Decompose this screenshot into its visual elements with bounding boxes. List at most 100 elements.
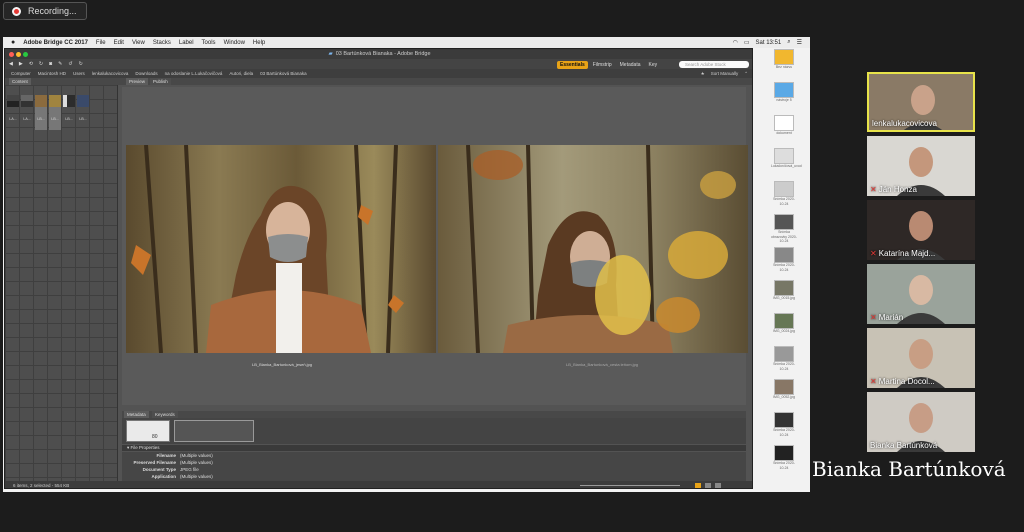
participant-name: Ján Honza [878, 185, 917, 194]
path-user-home[interactable]: lenkalukacovicova [92, 71, 129, 76]
participant-tile[interactable]: Bianka Bartúnková [867, 392, 975, 452]
thumbnail-label: LB... [65, 117, 73, 121]
rotate-right-icon[interactable]: ↻ [79, 61, 83, 67]
menu-edit[interactable]: Edit [114, 40, 124, 46]
rotate-left-icon[interactable]: ↺ [68, 61, 72, 67]
workspace-key[interactable]: Key [646, 61, 661, 69]
preview-image-2[interactable] [438, 145, 748, 353]
file-icon [774, 148, 794, 164]
participant-name-tag: lenkalukacovicova [872, 119, 937, 128]
tab-publish[interactable]: Publish [150, 78, 171, 85]
file-icon [774, 115, 794, 131]
menu-help[interactable]: Help [253, 40, 265, 46]
workspace-filmstrip[interactable]: Filmstrip [590, 61, 615, 69]
participant-tile[interactable]: lenkalukacovicova [867, 72, 975, 132]
folder-icon: ▰ [328, 51, 333, 57]
file-icon [774, 49, 794, 65]
menu-label[interactable]: Label [179, 40, 194, 46]
desktop-file-label: Snímka 2020-10-24 [773, 428, 795, 437]
desktop-file[interactable]: Snímka 2020-10-24 [771, 247, 797, 272]
battery-icon[interactable]: ▭ [744, 39, 750, 46]
tab-content[interactable]: Content [9, 78, 31, 85]
file-properties-header[interactable]: ▾ File Properties [122, 445, 746, 451]
workspace-metadata[interactable]: Metadata [617, 61, 644, 69]
menubar-clock[interactable]: Sat 13:51 [756, 40, 782, 46]
property-value: (Multiple values) [180, 474, 213, 479]
desktop-file[interactable]: IMG_0024.jpg [771, 313, 797, 334]
path-downloads[interactable]: Downloads [135, 71, 157, 76]
rotate-icon[interactable]: ↻ [39, 61, 43, 67]
refine-icon[interactable]: ✎ [58, 61, 62, 67]
view-grid-icon[interactable] [695, 483, 701, 488]
menu-view[interactable]: View [132, 40, 145, 46]
menu-window[interactable]: Window [224, 40, 245, 46]
sort-order-icon[interactable]: ⌃ [744, 71, 748, 77]
thumbnail-image [7, 95, 19, 107]
thumbnail-selected[interactable]: LB... [49, 95, 61, 130]
preview-image-1[interactable] [126, 145, 436, 353]
file-icon [774, 181, 794, 197]
desktop-file[interactable]: nástroje 5 [771, 82, 797, 103]
desktop-file[interactable]: Bez názvu [771, 49, 797, 70]
desktop-file[interactable]: Snímka obrazovky 2020-10-24 [771, 214, 797, 244]
participant-name: Marián [878, 313, 904, 322]
path-computer[interactable]: Computer [11, 71, 31, 76]
workspace-essentials[interactable]: Essentials [557, 60, 588, 69]
view-details-icon[interactable] [715, 483, 721, 488]
recording-indicator[interactable]: Recording... [3, 2, 87, 20]
search-icon[interactable]: ⌕ [787, 39, 790, 46]
close-icon[interactable] [9, 52, 14, 57]
menu-file[interactable]: File [96, 40, 106, 46]
path-current-folder[interactable]: 03 Bartúnková Bianaka [260, 71, 307, 76]
minimize-icon[interactable] [16, 52, 21, 57]
recent-icon[interactable]: ⟲ [29, 61, 33, 67]
menu-tools[interactable]: Tools [202, 40, 216, 46]
path-users[interactable]: Users [73, 71, 85, 76]
thumbnail[interactable]: LA... [21, 95, 33, 130]
apple-icon[interactable]: ● [11, 39, 15, 46]
participant-tile[interactable]: ✕ Marián [867, 264, 975, 324]
preview-caption-2: LB_Bianka_Bartunková_cesta leňom.jpg [565, 362, 639, 367]
desktop-file[interactable]: Snímka 2020-10-24 [771, 445, 797, 470]
participant-tile[interactable]: ✕ Ján Honza [867, 136, 975, 196]
sort-dropdown[interactable]: Sort Manually [711, 71, 739, 76]
desktop-file[interactable]: Snímka 2020-10-24 [771, 181, 797, 206]
menu-app-name[interactable]: Adobe Bridge CC 2017 [23, 40, 88, 46]
thumbnail-size-slider[interactable] [580, 485, 680, 486]
path-macintosh-hd[interactable]: Macintosh HD [38, 71, 66, 76]
camera-icon[interactable]: ◙ [49, 61, 52, 67]
thumbnail-image [35, 95, 47, 107]
participant-tile[interactable]: ✕ Martina Docol... [867, 328, 975, 388]
view-list-icon[interactable] [705, 483, 711, 488]
file-icon [774, 280, 794, 296]
forward-icon[interactable]: ▶ [19, 61, 23, 67]
metadata-placard: 80 [122, 418, 746, 444]
property-key: Document Type [142, 467, 176, 472]
path-na-odoslanie[interactable]: na odoslanie L.Lukačovičová [165, 71, 223, 76]
desktop-file[interactable]: IMG_0052.jpg [771, 379, 797, 400]
menu-stacks[interactable]: Stacks [153, 40, 171, 46]
desktop-file[interactable]: Snímka 2020-10-24 [771, 346, 797, 371]
tab-preview[interactable]: Preview [126, 78, 149, 85]
desktop-file[interactable]: Snímka 2020-10-24 [771, 412, 797, 437]
desktop-file[interactable]: Lukačovičová_uvod [771, 148, 802, 169]
desktop-file-label: dokument [776, 131, 792, 135]
back-icon[interactable]: ◀ [9, 61, 13, 67]
participant-tile[interactable]: ✕ Katarína Majd... [867, 200, 975, 260]
star-filter-icon[interactable]: ★ [701, 71, 705, 77]
tab-metadata[interactable]: Metadata [124, 411, 149, 418]
desktop-file[interactable]: dokument [771, 115, 797, 136]
thumbnail[interactable]: LB... [63, 95, 75, 130]
thumbnail[interactable]: LA... [7, 95, 19, 130]
desktop-file[interactable]: IMG_0015.jpg [771, 280, 797, 301]
property-row: Filename (Multiple values) [122, 452, 746, 459]
path-bar: Computer Macintosh HD Users lenkalukacov… [5, 69, 752, 78]
path-autori[interactable]: Autori, diela [229, 71, 253, 76]
thumbnail[interactable]: LB... [77, 95, 89, 130]
tab-keywords[interactable]: Keywords [152, 411, 178, 418]
wifi-icon[interactable]: ◠ [733, 39, 738, 46]
maximize-icon[interactable] [23, 52, 28, 57]
menu-list-icon[interactable]: ☰ [797, 39, 802, 46]
thumbnail-selected[interactable]: LB... [35, 95, 47, 130]
stock-search-input[interactable]: Search Adobe Stock [679, 60, 749, 68]
